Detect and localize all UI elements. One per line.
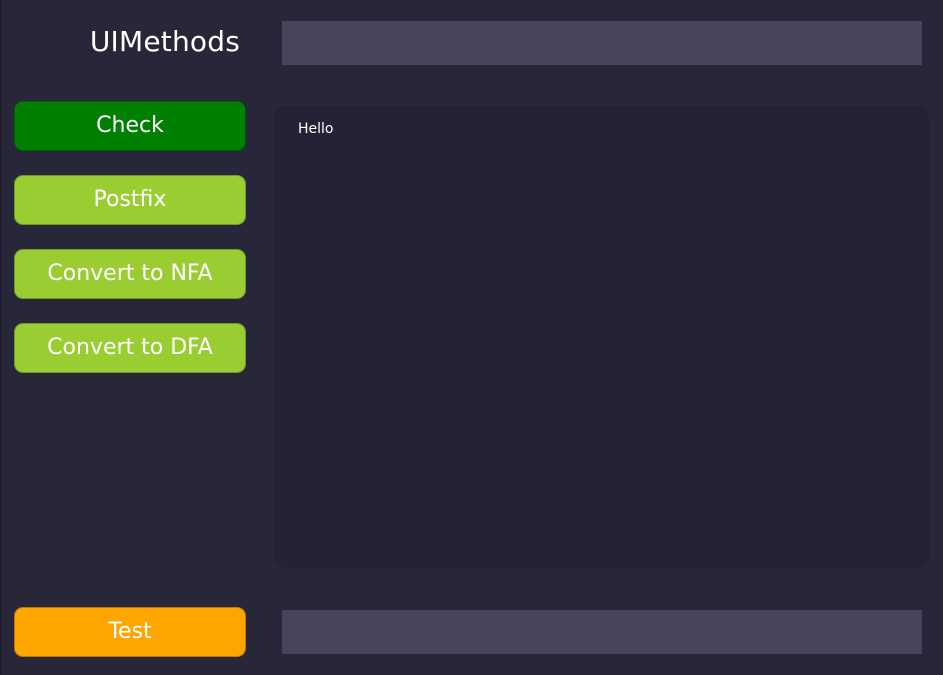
app-window: UIMethods Check Postfix Convert to NFA C… [0,0,943,675]
test-input[interactable] [282,610,922,654]
test-button[interactable]: Test [14,607,246,657]
postfix-button[interactable]: Postfix [14,175,246,225]
window-edge [0,0,2,675]
expression-input[interactable] [282,21,922,65]
convert-to-dfa-button[interactable]: Convert to DFA [14,323,246,373]
output-panel[interactable]: Hello [274,106,929,568]
app-title: UIMethods [89,25,240,58]
convert-to-nfa-button[interactable]: Convert to NFA [14,249,246,299]
output-text: Hello [298,121,334,137]
check-button[interactable]: Check [14,101,246,151]
